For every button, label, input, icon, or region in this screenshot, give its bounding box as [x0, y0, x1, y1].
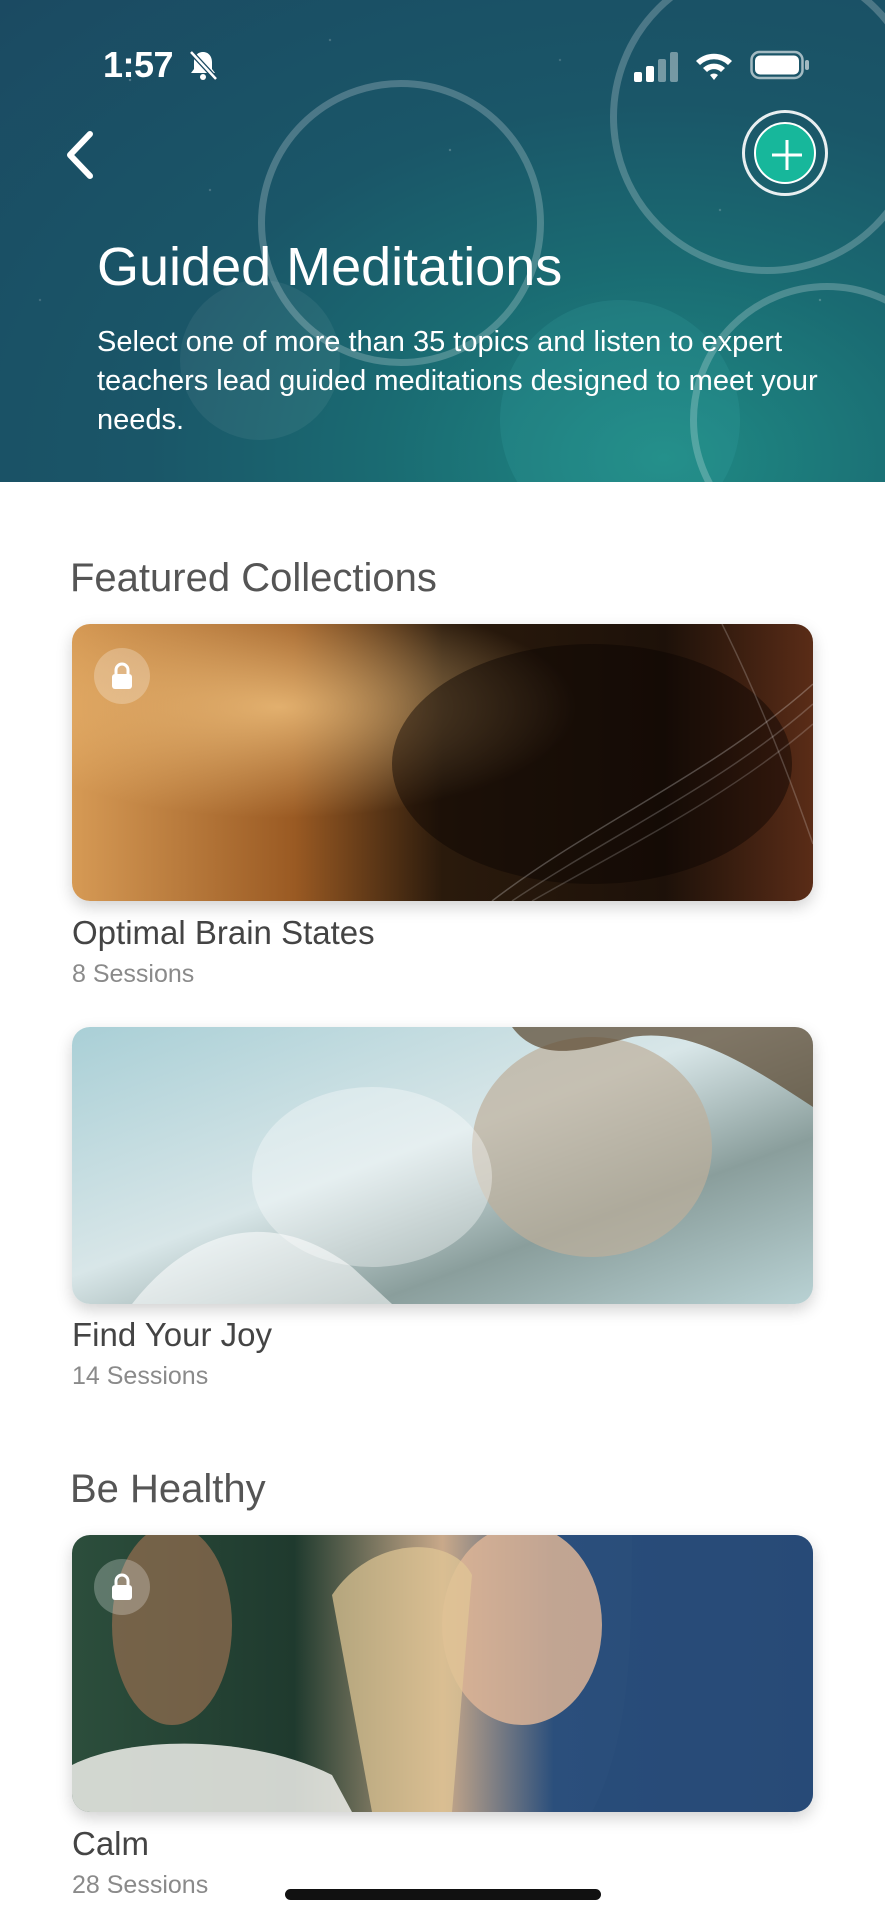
collection-card-optimal-brain-states[interactable]	[72, 624, 813, 901]
card-image	[72, 624, 813, 901]
lock-badge	[94, 1559, 150, 1615]
wifi-icon	[696, 53, 732, 80]
lock-icon	[112, 662, 132, 689]
card-image	[72, 1535, 813, 1812]
add-button[interactable]	[742, 110, 828, 196]
card-title: Calm	[72, 1825, 150, 1862]
page-title: Guided Meditations	[97, 237, 563, 297]
lock-icon	[112, 1573, 132, 1600]
section-title-be-healthy: Be Healthy	[70, 1467, 266, 1511]
collection-card-find-your-joy[interactable]	[72, 1027, 813, 1304]
battery-icon	[750, 50, 809, 80]
header-banner: 1:57 Guided Meditations Select one of mo…	[0, 0, 885, 482]
card-title: Optimal Brain States	[72, 914, 375, 951]
add-button-fill	[754, 122, 816, 184]
cellular-signal-icon	[634, 52, 678, 82]
page-description: Select one of more than 35 topics and li…	[97, 326, 818, 436]
status-time: 1:57	[103, 44, 174, 85]
card-title: Find Your Joy	[72, 1316, 272, 1353]
plus-icon	[772, 140, 802, 170]
bell-slash-icon	[189, 50, 218, 81]
card-session-count: 8 Sessions	[72, 960, 195, 988]
chevron-left-icon	[67, 131, 93, 179]
card-image	[72, 1027, 813, 1304]
card-session-count: 14 Sessions	[72, 1362, 209, 1390]
card-session-count: 28 Sessions	[72, 1871, 209, 1899]
collection-card-calm[interactable]	[72, 1535, 813, 1812]
home-indicator[interactable]	[285, 1889, 601, 1900]
back-button[interactable]	[60, 128, 104, 182]
lock-badge	[94, 648, 150, 704]
section-title-featured: Featured Collections	[70, 556, 437, 600]
